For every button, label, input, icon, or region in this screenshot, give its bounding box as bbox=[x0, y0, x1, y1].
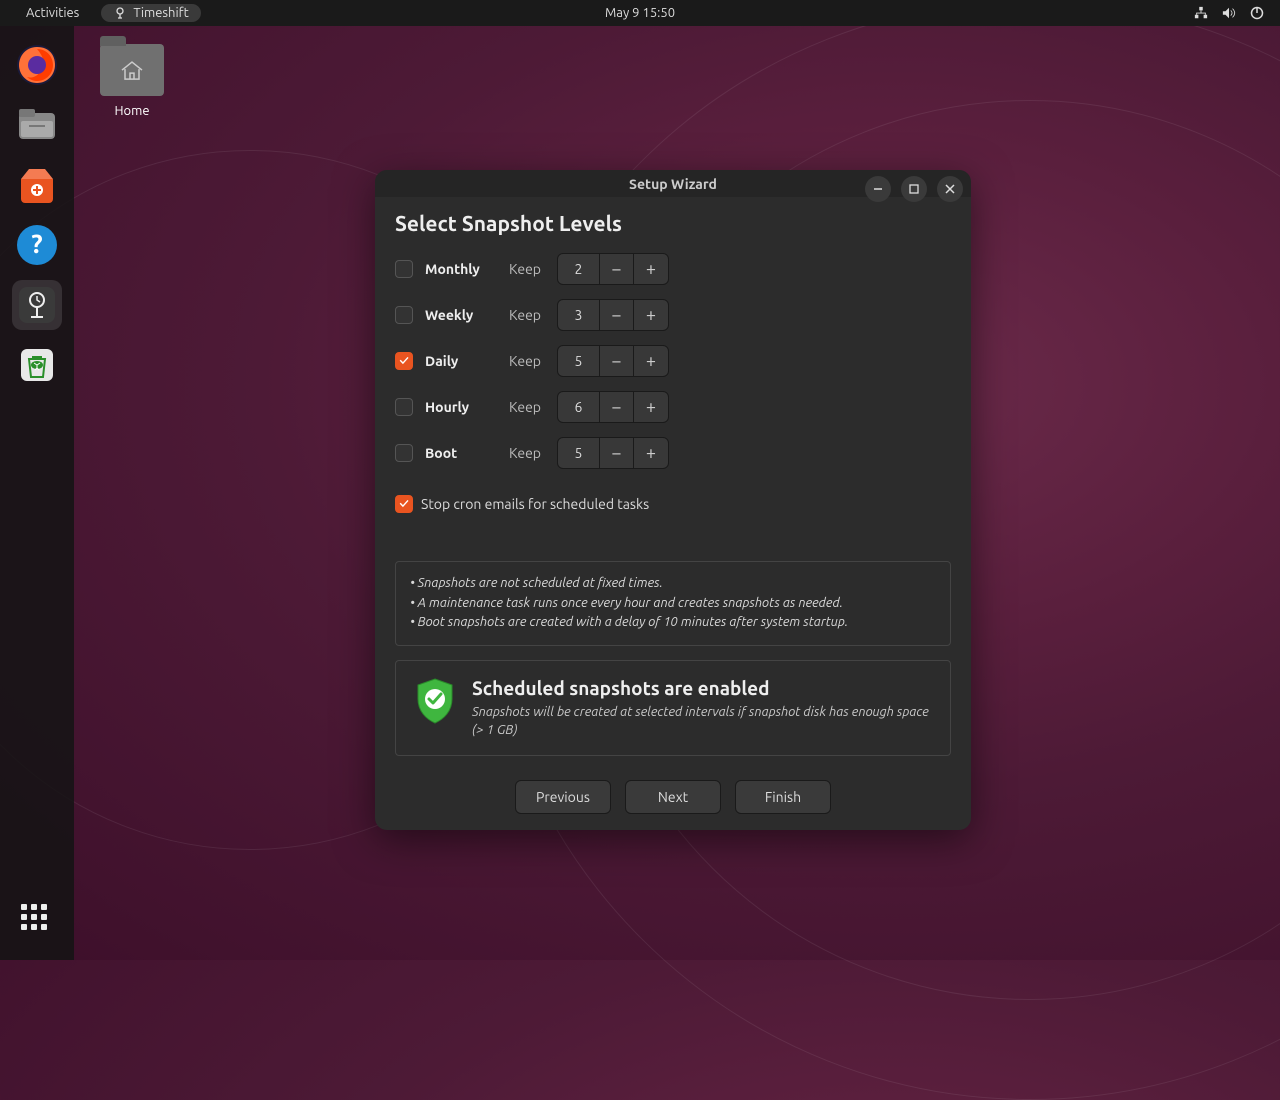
dock-files[interactable] bbox=[12, 100, 62, 150]
titlebar[interactable]: Setup Wizard bbox=[375, 170, 971, 197]
checkbox-monthly[interactable] bbox=[395, 260, 413, 278]
power-icon[interactable] bbox=[1250, 6, 1264, 20]
level-row-monthly: Monthly Keep 2 − + bbox=[395, 253, 951, 285]
next-button[interactable]: Next bbox=[625, 780, 721, 814]
hint-line: • Boot snapshots are created with a dela… bbox=[410, 613, 936, 633]
svg-text:?: ? bbox=[31, 229, 42, 258]
dock-trash[interactable] bbox=[12, 340, 62, 390]
topbar: Activities Timeshift May 9 15:50 bbox=[0, 0, 1280, 26]
increment-button[interactable]: + bbox=[634, 300, 668, 330]
level-row-weekly: Weekly Keep 3 − + bbox=[395, 299, 951, 331]
checkbox-daily[interactable] bbox=[395, 352, 413, 370]
keep-value[interactable]: 5 bbox=[558, 346, 600, 376]
increment-button[interactable]: + bbox=[634, 392, 668, 422]
keep-label: Keep bbox=[509, 399, 545, 415]
hints-box: • Snapshots are not scheduled at fixed t… bbox=[395, 561, 951, 646]
close-button[interactable] bbox=[937, 176, 963, 202]
spinner-monthly: 2 − + bbox=[557, 253, 669, 285]
keep-value[interactable]: 6 bbox=[558, 392, 600, 422]
keep-label: Keep bbox=[509, 353, 545, 369]
increment-button[interactable]: + bbox=[634, 346, 668, 376]
spinner-hourly: 6 − + bbox=[557, 391, 669, 423]
decrement-button[interactable]: − bbox=[600, 438, 634, 468]
dock-timeshift[interactable] bbox=[12, 280, 62, 330]
keep-label: Keep bbox=[509, 307, 545, 323]
timeshift-icon bbox=[113, 6, 127, 20]
decrement-button[interactable]: − bbox=[600, 300, 634, 330]
spinner-boot: 5 − + bbox=[557, 437, 669, 469]
status-box: Scheduled snapshots are enabled Snapshot… bbox=[395, 660, 951, 756]
level-label: Boot bbox=[425, 445, 497, 461]
decrement-button[interactable]: − bbox=[600, 392, 634, 422]
wizard-footer: Previous Next Finish bbox=[395, 756, 951, 814]
level-row-hourly: Hourly Keep 6 − + bbox=[395, 391, 951, 423]
folder-icon bbox=[100, 44, 164, 96]
page-heading: Select Snapshot Levels bbox=[395, 211, 951, 235]
topbar-app-indicator[interactable]: Timeshift bbox=[101, 4, 200, 22]
checkbox-boot[interactable] bbox=[395, 444, 413, 462]
dock-software[interactable] bbox=[12, 160, 62, 210]
topbar-datetime[interactable]: May 9 15:50 bbox=[605, 6, 675, 20]
level-label: Hourly bbox=[425, 399, 497, 415]
keep-label: Keep bbox=[509, 445, 545, 461]
hint-line: • Snapshots are not scheduled at fixed t… bbox=[410, 574, 936, 594]
shield-check-icon bbox=[414, 677, 456, 725]
dock: ? bbox=[0, 26, 74, 960]
finish-button[interactable]: Finish bbox=[735, 780, 831, 814]
spinner-daily: 5 − + bbox=[557, 345, 669, 377]
activities-button[interactable]: Activities bbox=[16, 6, 89, 20]
level-row-boot: Boot Keep 5 − + bbox=[395, 437, 951, 469]
spinner-weekly: 3 − + bbox=[557, 299, 669, 331]
window-title: Setup Wizard bbox=[629, 176, 717, 192]
cron-emails-label: Stop cron emails for scheduled tasks bbox=[421, 496, 649, 512]
status-description: Snapshots will be created at selected in… bbox=[472, 703, 932, 739]
topbar-app-label: Timeshift bbox=[133, 6, 188, 20]
previous-button[interactable]: Previous bbox=[515, 780, 611, 814]
dock-firefox[interactable] bbox=[12, 40, 62, 90]
dock-help[interactable]: ? bbox=[12, 220, 62, 270]
desktop-home-label: Home bbox=[100, 104, 164, 118]
increment-button[interactable]: + bbox=[634, 438, 668, 468]
decrement-button[interactable]: − bbox=[600, 254, 634, 284]
cron-emails-row: Stop cron emails for scheduled tasks bbox=[395, 495, 951, 513]
level-row-daily: Daily Keep 5 − + bbox=[395, 345, 951, 377]
desktop-home-icon[interactable]: Home bbox=[100, 44, 164, 118]
setup-wizard-window: Setup Wizard Select Snapshot Levels Mont… bbox=[375, 170, 971, 830]
level-label: Weekly bbox=[425, 307, 497, 323]
level-label: Monthly bbox=[425, 261, 497, 277]
keep-value[interactable]: 3 bbox=[558, 300, 600, 330]
level-label: Daily bbox=[425, 353, 497, 369]
network-icon[interactable] bbox=[1194, 6, 1208, 20]
status-title: Scheduled snapshots are enabled bbox=[472, 677, 932, 699]
checkbox-weekly[interactable] bbox=[395, 306, 413, 324]
keep-value[interactable]: 2 bbox=[558, 254, 600, 284]
checkbox-hourly[interactable] bbox=[395, 398, 413, 416]
increment-button[interactable]: + bbox=[634, 254, 668, 284]
minimize-button[interactable] bbox=[865, 176, 891, 202]
decrement-button[interactable]: − bbox=[600, 346, 634, 376]
keep-label: Keep bbox=[509, 261, 545, 277]
maximize-button[interactable] bbox=[901, 176, 927, 202]
show-apps-button[interactable] bbox=[21, 904, 53, 936]
hint-line: • A maintenance task runs once every hou… bbox=[410, 594, 936, 614]
keep-value[interactable]: 5 bbox=[558, 438, 600, 468]
volume-icon[interactable] bbox=[1222, 6, 1236, 20]
checkbox-cron-emails[interactable] bbox=[395, 495, 413, 513]
